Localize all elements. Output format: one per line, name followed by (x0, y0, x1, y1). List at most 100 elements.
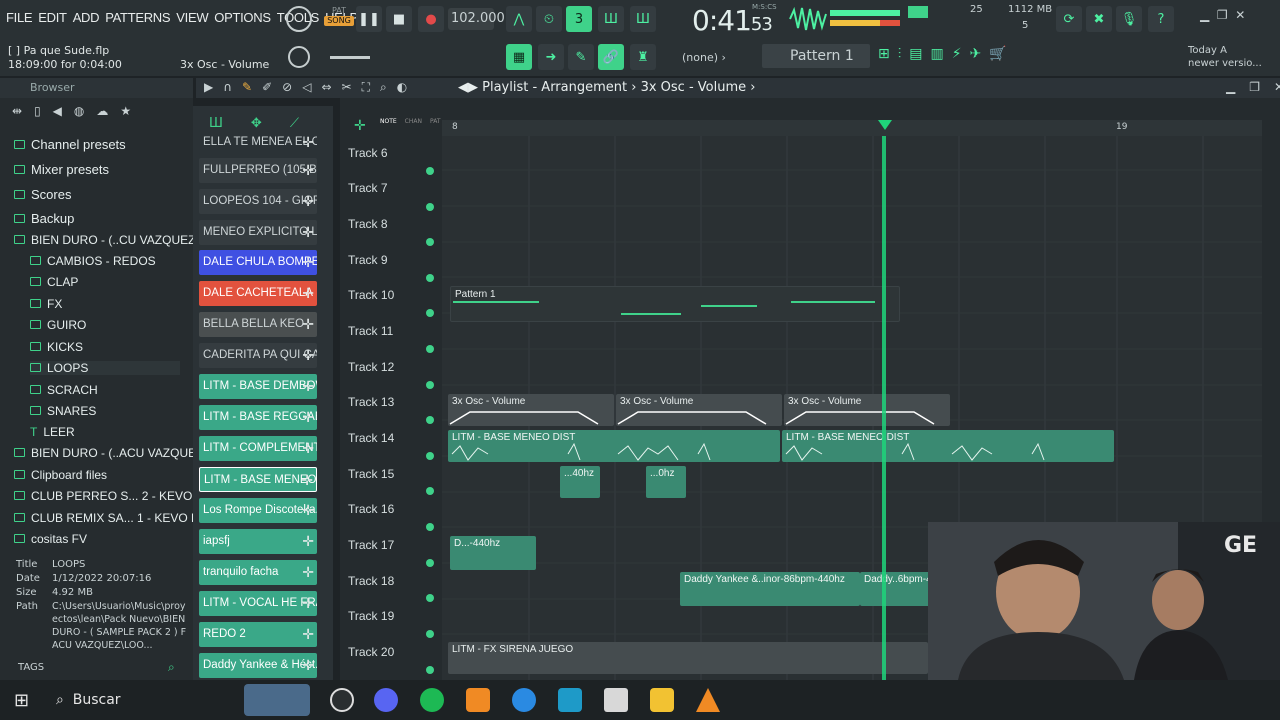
track-label[interactable]: Track 19 (348, 609, 394, 623)
add-icon[interactable]: ✛ (302, 657, 314, 674)
add-icon[interactable]: ✛ (302, 347, 314, 364)
browser-item-scrach[interactable]: SCRACH (30, 383, 98, 397)
cross-arrows-icon[interactable]: ✥ (251, 116, 262, 131)
channel-item[interactable]: LITM - COMPLEMENTO...✛ (199, 436, 317, 461)
track-mute-led[interactable] (426, 523, 434, 531)
add-icon[interactable]: ✛ (302, 285, 314, 302)
add-icon[interactable]: ✛ (302, 533, 314, 550)
track-label[interactable]: Track 16 (348, 502, 394, 516)
news-panel[interactable]: Today A newer versio... (1188, 44, 1262, 70)
menu-add[interactable]: ADD (73, 10, 100, 28)
play-arrow-icon[interactable]: ▶ (204, 80, 213, 95)
automation-clip[interactable]: 3x Osc - Volume (616, 394, 782, 426)
audio-clip[interactable]: D...-440hz (450, 536, 536, 570)
wait-input-button[interactable]: ⏲ (536, 6, 562, 32)
tab-pat[interactable]: PAT (430, 118, 441, 125)
track-mute-led[interactable] (426, 630, 434, 638)
app-icon[interactable] (558, 688, 582, 712)
speaker-icon[interactable]: ◀ (53, 104, 62, 118)
delete-icon[interactable]: ⊘ (282, 80, 292, 95)
maximize-icon[interactable]: ❐ (1249, 80, 1260, 94)
master-volume-knob[interactable] (286, 6, 312, 32)
draw-icon[interactable]: ✎ (242, 80, 252, 95)
browser-item-loops[interactable]: LOOPS (30, 361, 180, 375)
tempo-field[interactable]: 102.000 (448, 8, 505, 30)
menu-patterns[interactable]: PATTERNS (105, 10, 170, 28)
slice-icon[interactable]: ✂ (342, 80, 352, 95)
stop-button[interactable]: ■ (386, 6, 412, 32)
menu-file[interactable]: FILE (6, 10, 33, 28)
browser-item-guiro[interactable]: GUIRO (30, 318, 86, 332)
slip-icon[interactable]: ⇔ (321, 80, 331, 95)
track-label[interactable]: Track 13 (348, 395, 394, 409)
track-mute-led[interactable] (426, 167, 434, 175)
browser-item-scores[interactable]: Scores (14, 187, 71, 202)
add-icon[interactable]: ✛ (302, 134, 314, 151)
browser-item-mixer-presets[interactable]: Mixer presets (14, 162, 109, 177)
channel-item[interactable]: FULLPERREO (105 BP...✛ (199, 158, 317, 183)
track-label[interactable]: Track 14 (348, 431, 394, 445)
plugin-icon[interactable]: ⚡ (952, 46, 962, 62)
channel-rack-icon[interactable]: ⊞ (878, 46, 890, 62)
audio-clip[interactable]: ...40hz (560, 466, 600, 498)
add-icon[interactable]: ✛ (302, 564, 314, 581)
add-track-icon[interactable]: ✛ (354, 118, 366, 134)
play-button[interactable]: ❚❚ (356, 6, 382, 32)
track-label[interactable]: Track 10 (348, 288, 394, 302)
track-mute-led[interactable] (426, 487, 434, 495)
pattern-selector[interactable]: Pattern 1 (762, 44, 870, 68)
add-icon[interactable]: ✛ (302, 378, 314, 395)
spotify-icon[interactable] (420, 688, 444, 712)
browser-item-leer[interactable]: T LEER (30, 425, 75, 439)
windows-start-icon[interactable]: ⊞ (14, 690, 29, 711)
tab-note[interactable]: NOTE (380, 118, 397, 125)
channel-item[interactable]: DALE CACHETEALA ✛ (199, 281, 317, 306)
track-label[interactable]: Track 12 (348, 360, 394, 374)
track-mute-led[interactable] (426, 274, 434, 282)
channel-item[interactable]: DALE CHULA BOMPEA ✛ (199, 250, 317, 275)
track-label[interactable]: Track 17 (348, 538, 394, 552)
tags-label[interactable]: TAGS (18, 662, 44, 673)
track-label[interactable]: Track 15 (348, 467, 394, 481)
audio-clip[interactable]: Daddy..6bpm-4 (860, 572, 930, 606)
file-explorer-icon[interactable] (650, 688, 674, 712)
track-label[interactable]: Track 18 (348, 574, 394, 588)
add-icon[interactable]: ✛ (302, 193, 314, 210)
browser-item-kicks[interactable]: KICKS (30, 340, 83, 354)
browser-item-fx[interactable]: FX (30, 297, 62, 311)
channel-item[interactable]: LITM - BASE DEMBOW...✛ (199, 374, 317, 399)
help-button[interactable]: ? (1148, 6, 1174, 32)
arrow-button[interactable]: ➜ (538, 44, 564, 70)
edge-icon[interactable] (512, 688, 536, 712)
automation-clip[interactable]: 3x Osc - Volume (784, 394, 950, 426)
browser-item-clipboard[interactable]: Clipboard files (14, 468, 107, 482)
automation-clip[interactable]: 3x Osc - Volume (448, 394, 614, 426)
taskbar-search[interactable]: ⌕ Buscar (48, 686, 238, 716)
channel-item[interactable]: REDO 2 ✛ (199, 622, 317, 647)
weather-widget-icon[interactable] (244, 684, 310, 716)
channel-item[interactable]: tranquilo facha ✛ (199, 560, 317, 585)
add-icon[interactable]: ✛ (302, 502, 314, 519)
tool-icon[interactable]: ✈ (970, 46, 982, 62)
cloud-icon[interactable]: ☁ (96, 104, 108, 118)
graph-icon[interactable]: Ш (209, 116, 223, 131)
channel-item[interactable]: LITM - BASE REGGAET...✛ (199, 405, 317, 430)
channel-item[interactable]: LITM - VOCAL HE FRA...✛ (199, 591, 317, 616)
menu-view[interactable]: VIEW (176, 10, 208, 28)
restore-icon[interactable]: ❐ (1217, 8, 1228, 22)
snap-selector[interactable]: (none) › (666, 48, 756, 68)
line-icon[interactable]: ⟋ (290, 116, 299, 131)
vlc-icon[interactable] (696, 688, 720, 712)
stamp-button[interactable]: ♜ (630, 44, 656, 70)
browser-item-bien-duro-2[interactable]: BIEN DURO - (..ACU VAZQUEZ (14, 446, 203, 460)
search-icon[interactable]: ⌕ (168, 660, 175, 675)
files-icon[interactable]: ▯ (34, 104, 41, 118)
metronome-button[interactable]: ⋀ (506, 6, 532, 32)
channel-item[interactable]: iapsfj ✛ (199, 529, 317, 554)
close-icon[interactable]: ✕ (1235, 8, 1245, 22)
track-mute-led[interactable] (426, 345, 434, 353)
browser-item-snares[interactable]: SNARES (30, 404, 96, 418)
browser-item-bien-duro-1[interactable]: BIEN DURO - (..CU VAZQUEZ (14, 233, 195, 247)
browser-item-club-remix[interactable]: CLUB REMIX SA... 1 - KEVO DJ (14, 511, 206, 525)
track-label[interactable]: Track 7 (348, 181, 388, 195)
